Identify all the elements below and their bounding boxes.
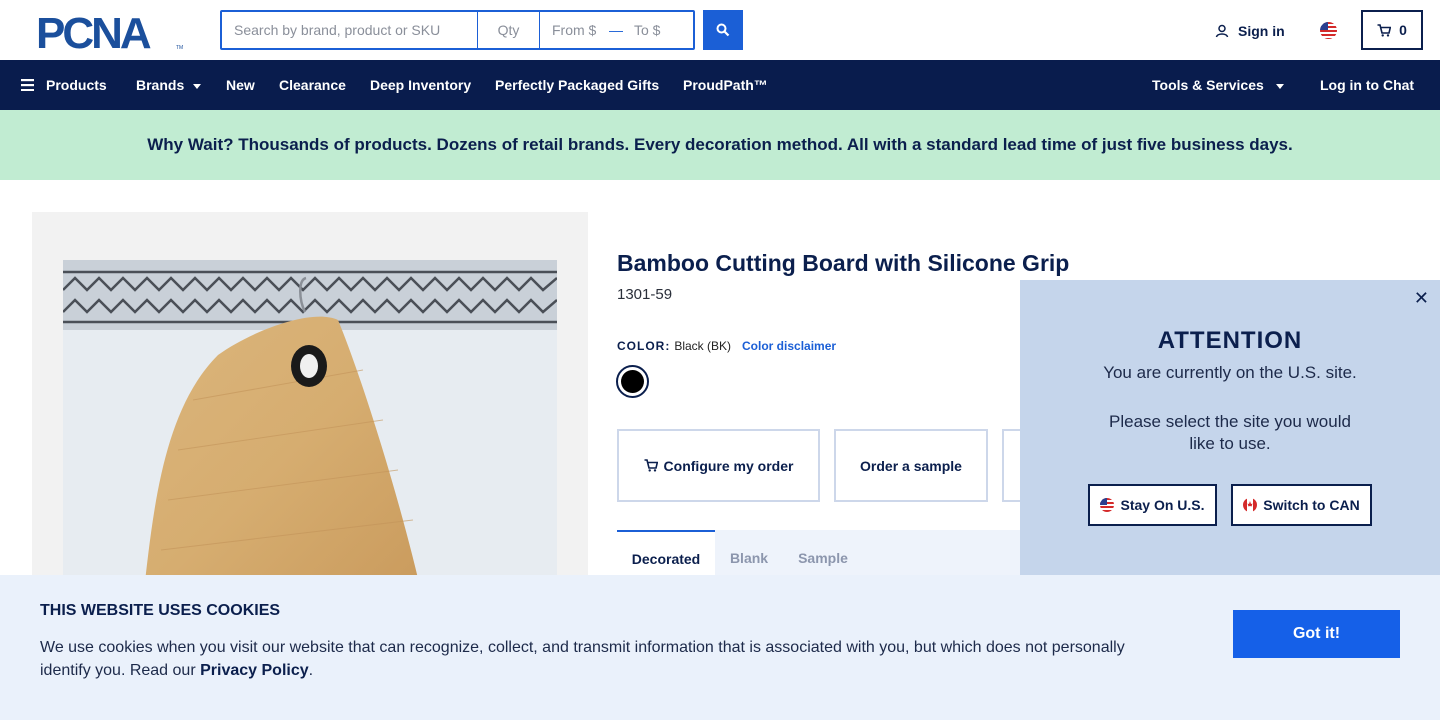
pcna-logo[interactable]: PCNA TM xyxy=(36,11,186,51)
nav-clearance[interactable]: Clearance xyxy=(279,60,346,110)
chevron-down-icon xyxy=(1275,83,1284,89)
configure-order-label: Configure my order xyxy=(663,457,794,474)
nav-products[interactable]: Products xyxy=(21,60,107,110)
nav-proudpath[interactable]: ProudPath™ xyxy=(683,60,768,110)
product-sku: 1301-59 xyxy=(617,286,673,303)
cookie-title: THIS WEBSITE USES COOKIES xyxy=(40,602,281,619)
switch-can-label: Switch to CAN xyxy=(1263,497,1360,513)
promo-banner: Why Wait? Thousands of products. Dozens … xyxy=(0,110,1440,180)
site-header: PCNA TM — Sign in 0 xyxy=(0,0,1440,60)
nav-deep-inventory[interactable]: Deep Inventory xyxy=(370,60,471,110)
cart-icon xyxy=(644,459,658,472)
nav-products-label: Products xyxy=(46,77,107,93)
nav-tools-services[interactable]: Tools & Services xyxy=(1152,60,1284,110)
user-icon xyxy=(1215,24,1229,38)
privacy-policy-link[interactable]: Privacy Policy xyxy=(200,662,309,679)
hamburger-icon xyxy=(21,79,34,91)
configure-order-button[interactable]: Configure my order xyxy=(617,429,820,502)
search-input[interactable] xyxy=(222,12,478,48)
cookie-text-period: . xyxy=(308,662,314,679)
chevron-down-icon xyxy=(193,83,202,89)
main-nav: Products Brands New Clearance Deep Inven… xyxy=(0,60,1440,110)
price-range-dash: — xyxy=(609,22,623,38)
stay-us-button[interactable]: Stay On U.S. xyxy=(1088,484,1217,526)
nav-new[interactable]: New xyxy=(226,60,255,110)
cart-button[interactable]: 0 xyxy=(1361,10,1423,50)
tab-blank[interactable]: Blank xyxy=(715,530,783,575)
search-icon xyxy=(716,23,730,37)
nav-brands-label: Brands xyxy=(136,77,185,93)
nav-chat-login[interactable]: Log in to Chat xyxy=(1320,60,1414,110)
cookie-text-block: We use cookies when you visit our websit… xyxy=(40,636,1150,682)
color-value: Black (BK) xyxy=(674,339,732,353)
color-disclaimer-link[interactable]: Color disclaimer xyxy=(742,339,836,353)
us-flag-icon xyxy=(1100,498,1115,512)
sign-in-link[interactable]: Sign in xyxy=(1215,20,1285,42)
svg-text:PCNA: PCNA xyxy=(36,11,151,51)
us-flag-icon[interactable] xyxy=(1320,22,1337,39)
tab-sample[interactable]: Sample xyxy=(783,530,863,575)
cart-count: 0 xyxy=(1399,22,1407,38)
switch-can-button[interactable]: Switch to CAN xyxy=(1231,484,1372,526)
cookie-accept-button[interactable]: Got it! xyxy=(1233,610,1400,658)
color-label: COLOR: xyxy=(617,339,671,353)
search-bar: — xyxy=(220,10,695,50)
product-title: Bamboo Cutting Board with Silicone Grip xyxy=(617,250,1070,276)
svg-text:TM: TM xyxy=(176,45,183,51)
attention-instruction: Please select the site you would like to… xyxy=(1109,412,1351,453)
cart-icon xyxy=(1377,23,1392,37)
stay-us-label: Stay On U.S. xyxy=(1120,497,1205,513)
site-selector-modal: ✕ ATTENTION You are currently on the U.S… xyxy=(1020,280,1440,575)
qty-input[interactable] xyxy=(478,12,540,48)
nav-brands[interactable]: Brands xyxy=(136,60,202,110)
sign-in-label: Sign in xyxy=(1238,23,1285,39)
order-sample-button[interactable]: Order a sample xyxy=(834,429,988,502)
tab-decorated[interactable]: Decorated xyxy=(617,530,715,575)
canada-flag-icon xyxy=(1243,498,1258,512)
close-icon[interactable]: ✕ xyxy=(1414,288,1429,309)
swatch-fill xyxy=(621,370,644,393)
attention-current-site: You are currently on the U.S. site. xyxy=(1103,363,1357,382)
product-gallery xyxy=(32,212,588,612)
color-swatch-black[interactable] xyxy=(616,365,649,398)
product-image[interactable] xyxy=(63,260,557,600)
cookie-banner: THIS WEBSITE USES COOKIES We use cookies… xyxy=(0,575,1440,720)
color-row: COLOR: Black (BK) Color disclaimer xyxy=(617,339,836,353)
pricing-tabs: Decorated Blank Sample xyxy=(617,530,1037,575)
price-from-input[interactable] xyxy=(540,12,608,48)
nav-tools-label: Tools & Services xyxy=(1152,77,1264,93)
search-button[interactable] xyxy=(703,10,743,50)
nav-gifts[interactable]: Perfectly Packaged Gifts xyxy=(495,60,659,110)
price-to-input[interactable] xyxy=(624,12,692,48)
attention-title: ATTENTION xyxy=(1157,327,1303,354)
